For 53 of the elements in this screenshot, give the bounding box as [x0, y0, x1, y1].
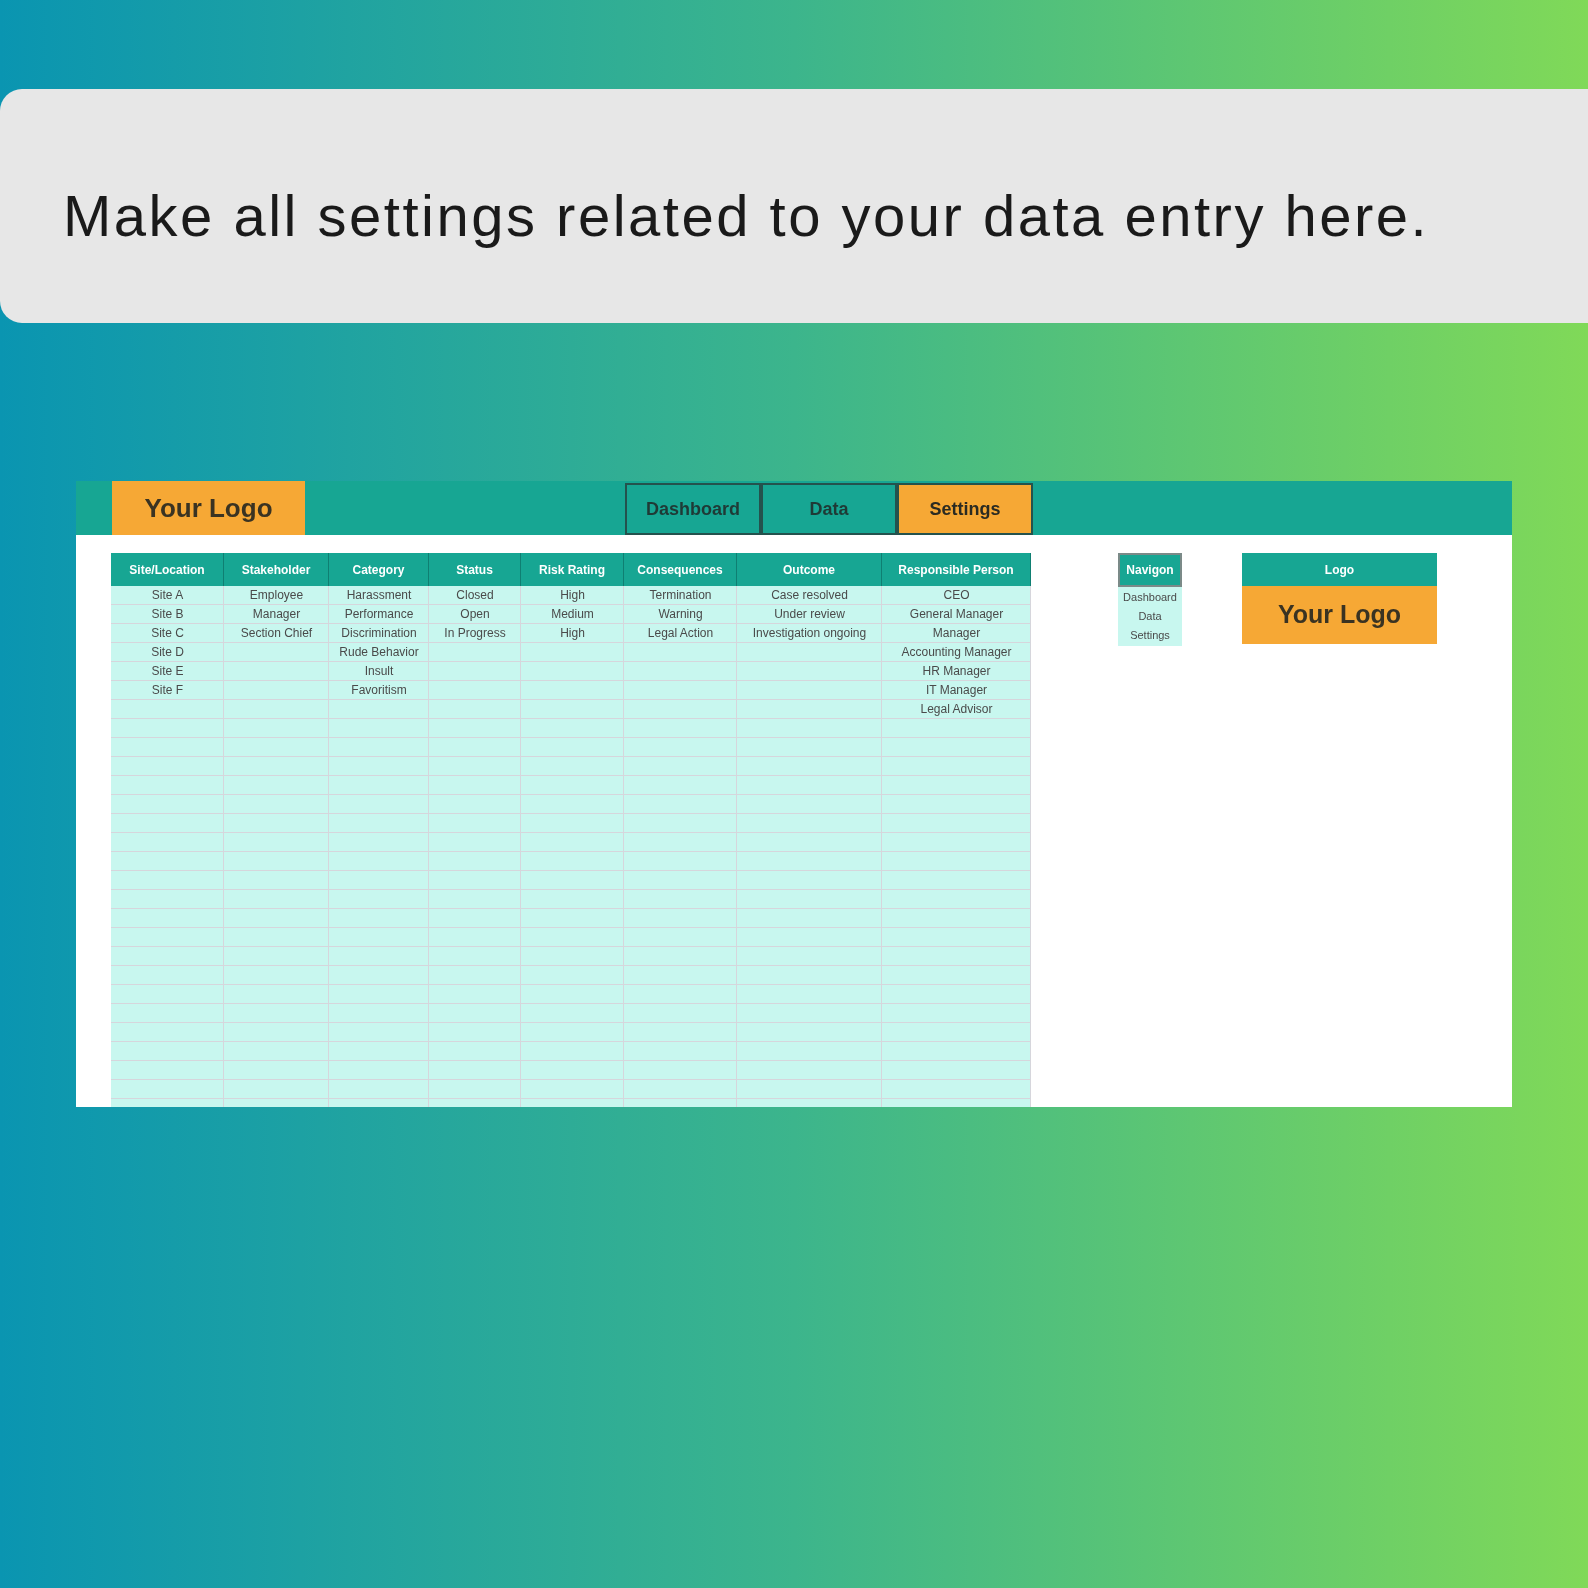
- sheet-tab[interactable]: Settings: [897, 483, 1033, 535]
- column-header: Site/Location: [111, 553, 224, 586]
- table-cell-text: Warning: [657, 606, 704, 623]
- table-cell-text: High: [559, 587, 586, 604]
- column-header: Status: [429, 553, 521, 586]
- navigation-item: Settings: [1129, 628, 1171, 644]
- table-cell-text: General Manager: [908, 606, 1005, 623]
- table-cell-text: High: [559, 625, 586, 642]
- logo-header: Logo: [1242, 553, 1437, 586]
- table-cell-text: Rude Behavior: [338, 644, 420, 661]
- table-cell-text: Site B: [150, 606, 185, 623]
- table-cell-text: In Progress: [443, 625, 507, 642]
- table-cell-text: Legal Advisor: [919, 701, 994, 718]
- company-logo: Your Logo: [112, 481, 305, 535]
- column-header: Risk Rating: [521, 553, 624, 586]
- table-cell-text: Site A: [150, 587, 185, 604]
- company-logo: Your Logo: [1242, 586, 1437, 644]
- table-cell-text: HR Manager: [921, 663, 992, 680]
- table-cell-text: Site F: [150, 682, 185, 699]
- navigation-item: Dashboard: [1122, 590, 1178, 606]
- table-cell-text: Site C: [150, 625, 185, 642]
- table-cell-text: Manager: [251, 606, 302, 623]
- banner-text: Make all settings related to your data entry here.: [63, 181, 1430, 250]
- sheet-tab[interactable]: Data: [761, 483, 897, 535]
- table-cell-text: IT Manager: [924, 682, 989, 699]
- table-cell-text: Discrimination: [340, 625, 418, 642]
- table-cell-text: Site E: [150, 663, 185, 680]
- table-cell-text: Favoritism: [350, 682, 408, 699]
- table-cell-text: Manager: [931, 625, 982, 642]
- table-cell-text: Site D: [150, 644, 185, 661]
- table-cell-text: Case resolved: [770, 587, 849, 604]
- table-cell-text: Insult: [363, 663, 395, 680]
- table-cell-text: Legal Action: [646, 625, 715, 642]
- column-header: Stakeholder: [224, 553, 329, 586]
- sheet-tab[interactable]: Dashboard: [625, 483, 761, 535]
- column-header: Outcome: [737, 553, 882, 586]
- table-cell-text: Investigation ongoing: [751, 625, 868, 642]
- table-cell-text: Closed: [455, 587, 495, 604]
- table-cell-text: Open: [459, 606, 491, 623]
- column-header: Consequences: [624, 553, 737, 586]
- table-cell-text: Under review: [773, 606, 846, 623]
- navigation-item: Data: [1137, 609, 1163, 625]
- table-cell-text: Employee: [248, 587, 305, 604]
- table-cell-text: Medium: [550, 606, 595, 623]
- column-header: Category: [329, 553, 429, 586]
- table-cell-text: Termination: [648, 587, 713, 604]
- table-cell-text: Performance: [343, 606, 415, 623]
- table-cell-text: Accounting Manager: [900, 644, 1013, 661]
- table-cell-text: CEO: [942, 587, 971, 604]
- table-cell-text: Section Chief: [239, 625, 314, 642]
- table-cell-text: Harassment: [345, 587, 413, 604]
- navigation-header: Navigon: [1118, 553, 1182, 587]
- column-header: Responsible Person: [882, 553, 1031, 586]
